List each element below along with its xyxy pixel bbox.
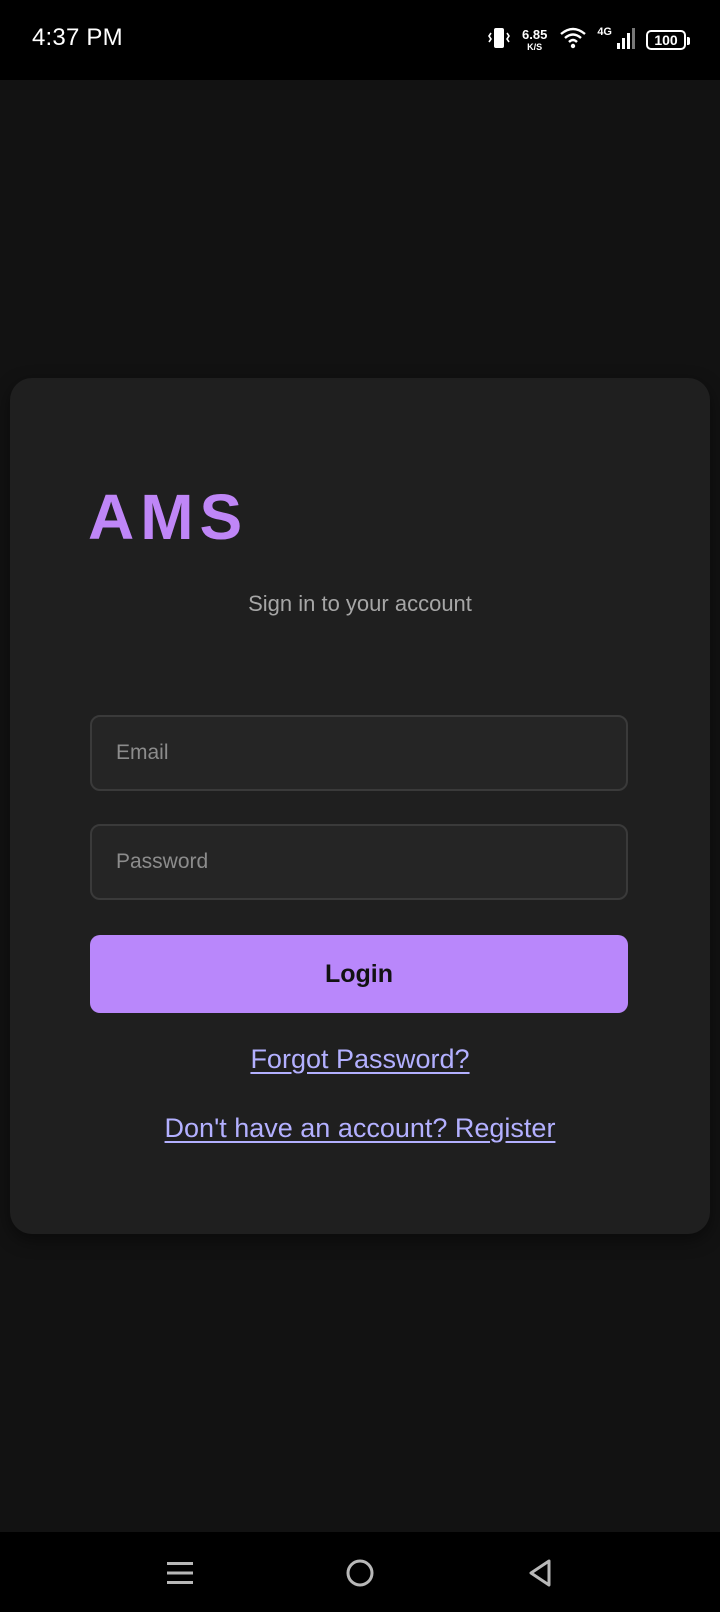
status-icons: 6.85 K/S 4G 100	[486, 24, 690, 56]
login-button[interactable]: Login	[90, 935, 628, 1013]
menu-icon[interactable]	[153, 1546, 207, 1600]
back-icon[interactable]	[513, 1546, 567, 1600]
email-input[interactable]	[90, 715, 628, 791]
network-type: 4G	[597, 26, 612, 38]
subtitle: Sign in to your account	[248, 591, 472, 616]
net-speed-unit: K/S	[527, 42, 543, 52]
status-time: 4:37 PM	[32, 24, 123, 51]
brand-logo: AMS	[88, 481, 249, 553]
forgot-password-link[interactable]: Forgot Password?	[10, 1044, 710, 1075]
wifi-icon	[559, 26, 587, 55]
password-input[interactable]	[90, 824, 628, 900]
register-link[interactable]: Don't have an account? Register	[10, 1113, 710, 1144]
net-speed: 6.85 K/S	[522, 28, 547, 52]
cell-signal-icon	[616, 26, 636, 55]
home-icon[interactable]	[333, 1546, 387, 1600]
login-card: AMS Sign in to your account Login Forgot…	[10, 378, 710, 1234]
vibrate-icon	[486, 25, 512, 56]
net-speed-value: 6.85	[522, 27, 548, 42]
navigation-bar	[0, 1532, 720, 1612]
status-bar: 4:37 PM 6.85 K/S 4G 100	[0, 0, 720, 80]
app-background: AMS Sign in to your account Login Forgot…	[0, 80, 720, 1532]
battery-level: 100	[654, 32, 678, 48]
battery-icon: 100	[646, 30, 690, 50]
